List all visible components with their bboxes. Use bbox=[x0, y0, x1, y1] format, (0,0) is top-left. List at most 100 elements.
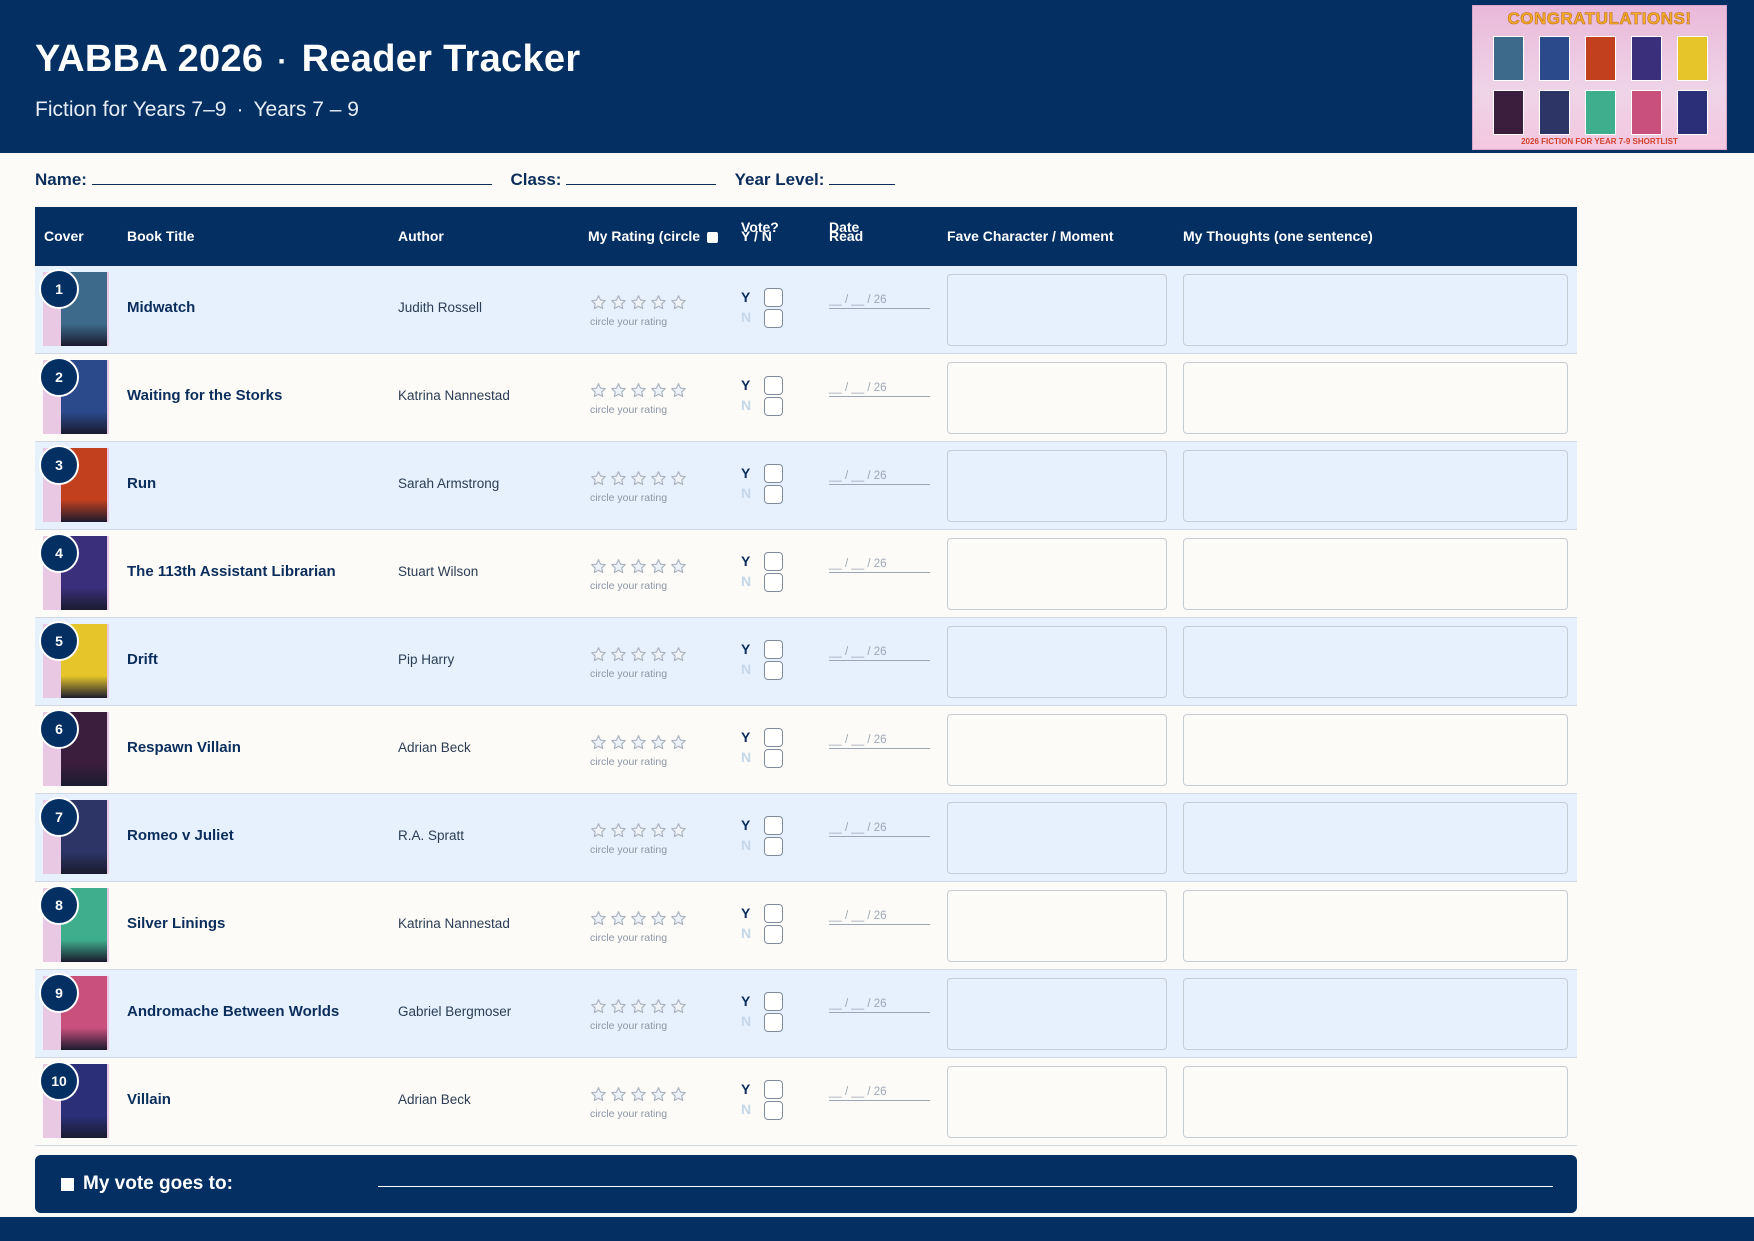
fave-character-box[interactable] bbox=[947, 362, 1167, 434]
date-read-field[interactable]: __ / __ / 26 bbox=[829, 646, 930, 661]
vote-yes-checkbox[interactable] bbox=[764, 376, 783, 395]
vote-no-checkbox[interactable] bbox=[764, 397, 783, 416]
star-icon[interactable] bbox=[650, 559, 670, 579]
fave-character-box[interactable] bbox=[947, 802, 1167, 874]
star-icon[interactable] bbox=[630, 559, 650, 579]
thoughts-box[interactable] bbox=[1183, 450, 1568, 522]
star-icon[interactable] bbox=[610, 471, 630, 491]
date-read-field[interactable]: __ / __ / 26 bbox=[829, 382, 930, 397]
star-icon[interactable] bbox=[630, 911, 650, 931]
date-read-field[interactable]: __ / __ / 26 bbox=[829, 470, 930, 485]
star-icon[interactable] bbox=[650, 1087, 670, 1107]
date-read-field[interactable]: __ / __ / 26 bbox=[829, 294, 930, 309]
vote-no-checkbox[interactable] bbox=[764, 749, 783, 768]
thoughts-box[interactable] bbox=[1183, 274, 1568, 346]
fave-character-box[interactable] bbox=[947, 450, 1167, 522]
star-icon[interactable] bbox=[650, 823, 670, 843]
vote-yes-checkbox[interactable] bbox=[764, 640, 783, 659]
star-icon[interactable] bbox=[670, 295, 690, 315]
star-icon[interactable] bbox=[670, 647, 690, 667]
star-icon[interactable] bbox=[670, 999, 690, 1019]
thoughts-box[interactable] bbox=[1183, 890, 1568, 962]
star-icon[interactable] bbox=[630, 823, 650, 843]
star-icon[interactable] bbox=[590, 647, 610, 667]
vote-no-checkbox[interactable] bbox=[764, 837, 783, 856]
star-icon[interactable] bbox=[650, 295, 670, 315]
star-icon[interactable] bbox=[670, 911, 690, 931]
fave-character-box[interactable] bbox=[947, 714, 1167, 786]
thoughts-box[interactable] bbox=[1183, 362, 1568, 434]
vote-answer-line[interactable] bbox=[378, 1186, 1553, 1187]
star-icon[interactable] bbox=[650, 383, 670, 403]
star-rating[interactable] bbox=[590, 558, 690, 580]
vote-yes-checkbox[interactable] bbox=[764, 288, 783, 307]
vote-no-checkbox[interactable] bbox=[764, 1101, 783, 1120]
date-read-field[interactable]: __ / __ / 26 bbox=[829, 998, 930, 1013]
star-rating[interactable] bbox=[590, 998, 690, 1020]
vote-yes-checkbox[interactable] bbox=[764, 728, 783, 747]
star-icon[interactable] bbox=[630, 647, 650, 667]
star-icon[interactable] bbox=[590, 735, 610, 755]
vote-yes-checkbox[interactable] bbox=[764, 1080, 783, 1099]
star-rating[interactable] bbox=[590, 382, 690, 404]
star-icon[interactable] bbox=[670, 735, 690, 755]
star-icon[interactable] bbox=[630, 1087, 650, 1107]
star-icon[interactable] bbox=[610, 735, 630, 755]
fave-character-box[interactable] bbox=[947, 626, 1167, 698]
fave-character-box[interactable] bbox=[947, 890, 1167, 962]
star-icon[interactable] bbox=[610, 295, 630, 315]
date-read-field[interactable]: __ / __ / 26 bbox=[829, 558, 930, 573]
fave-character-box[interactable] bbox=[947, 1066, 1167, 1138]
star-icon[interactable] bbox=[590, 559, 610, 579]
vote-yes-checkbox[interactable] bbox=[764, 904, 783, 923]
star-icon[interactable] bbox=[650, 735, 670, 755]
star-icon[interactable] bbox=[610, 1087, 630, 1107]
star-icon[interactable] bbox=[650, 911, 670, 931]
thoughts-box[interactable] bbox=[1183, 978, 1568, 1050]
star-icon[interactable] bbox=[650, 471, 670, 491]
star-icon[interactable] bbox=[610, 911, 630, 931]
star-rating[interactable] bbox=[590, 294, 690, 316]
star-icon[interactable] bbox=[590, 295, 610, 315]
class-field[interactable] bbox=[566, 170, 717, 185]
star-icon[interactable] bbox=[610, 999, 630, 1019]
fave-character-box[interactable] bbox=[947, 274, 1167, 346]
thoughts-box[interactable] bbox=[1183, 538, 1568, 610]
star-rating[interactable] bbox=[590, 734, 690, 756]
star-icon[interactable] bbox=[630, 735, 650, 755]
star-icon[interactable] bbox=[590, 471, 610, 491]
vote-yes-checkbox[interactable] bbox=[764, 552, 783, 571]
star-icon[interactable] bbox=[590, 383, 610, 403]
vote-no-checkbox[interactable] bbox=[764, 925, 783, 944]
star-icon[interactable] bbox=[610, 647, 630, 667]
thoughts-box[interactable] bbox=[1183, 1066, 1568, 1138]
star-icon[interactable] bbox=[670, 471, 690, 491]
vote-no-checkbox[interactable] bbox=[764, 309, 783, 328]
star-icon[interactable] bbox=[630, 383, 650, 403]
star-icon[interactable] bbox=[650, 999, 670, 1019]
date-read-field[interactable]: __ / __ / 26 bbox=[829, 1086, 930, 1101]
star-icon[interactable] bbox=[590, 823, 610, 843]
vote-no-checkbox[interactable] bbox=[764, 1013, 783, 1032]
star-rating[interactable] bbox=[590, 470, 690, 492]
star-rating[interactable] bbox=[590, 910, 690, 932]
star-icon[interactable] bbox=[610, 823, 630, 843]
star-icon[interactable] bbox=[670, 823, 690, 843]
star-icon[interactable] bbox=[590, 1087, 610, 1107]
fave-character-box[interactable] bbox=[947, 978, 1167, 1050]
year-level-field[interactable] bbox=[829, 170, 896, 185]
vote-no-checkbox[interactable] bbox=[764, 485, 783, 504]
star-icon[interactable] bbox=[610, 559, 630, 579]
star-rating[interactable] bbox=[590, 1086, 690, 1108]
fave-character-box[interactable] bbox=[947, 538, 1167, 610]
star-icon[interactable] bbox=[670, 559, 690, 579]
star-icon[interactable] bbox=[670, 383, 690, 403]
vote-yes-checkbox[interactable] bbox=[764, 992, 783, 1011]
vote-no-checkbox[interactable] bbox=[764, 661, 783, 680]
thoughts-box[interactable] bbox=[1183, 626, 1568, 698]
vote-yes-checkbox[interactable] bbox=[764, 464, 783, 483]
name-field[interactable] bbox=[91, 170, 492, 185]
vote-no-checkbox[interactable] bbox=[764, 573, 783, 592]
star-icon[interactable] bbox=[650, 647, 670, 667]
star-icon[interactable] bbox=[610, 383, 630, 403]
